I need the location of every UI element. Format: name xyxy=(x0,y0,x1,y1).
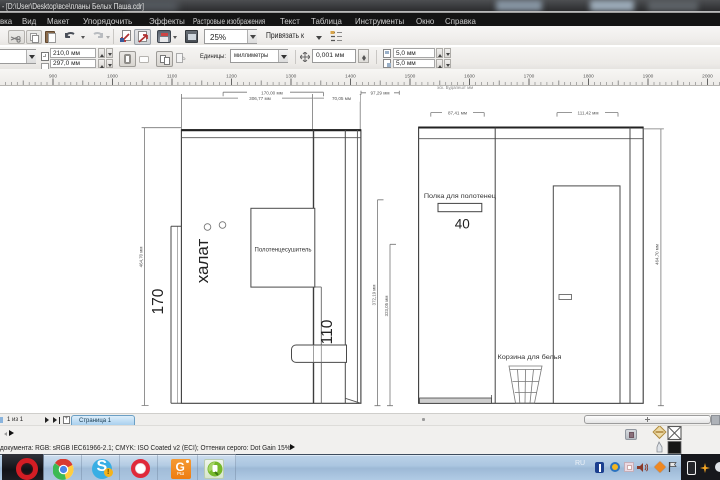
svg-text:Полка для полотенец: Полка для полотенец xyxy=(424,194,497,200)
svg-text:Полотенцесушитель: Полотенцесушитель xyxy=(255,248,312,254)
svg-text:Корзина для белья: Корзина для белья xyxy=(498,353,563,361)
svg-text:323,05 мм: 323,05 мм xyxy=(384,296,389,317)
svg-text:40: 40 xyxy=(455,217,470,232)
svg-text:87,41 мм: 87,41 мм xyxy=(448,111,467,116)
svg-text:464,70 мм: 464,70 мм xyxy=(655,244,660,265)
svg-text:110: 110 xyxy=(319,319,336,344)
svg-text:70,05 мм: 70,05 мм xyxy=(332,96,351,101)
svg-text:170,00 мм: 170,00 мм xyxy=(261,90,283,95)
svg-text:эск. Будапешт мм: эск. Будапешт мм xyxy=(437,85,473,90)
svg-text:111,42 мм: 111,42 мм xyxy=(578,111,599,116)
svg-text:306,77 мм: 306,77 мм xyxy=(249,96,271,101)
svg-text:97,29 мм: 97,29 мм xyxy=(370,91,389,96)
svg-text:170: 170 xyxy=(150,288,167,314)
svg-text:372,19 мм: 372,19 мм xyxy=(372,285,377,306)
svg-text:464,70 мм: 464,70 мм xyxy=(139,247,144,268)
svg-text:халат: халат xyxy=(193,239,212,284)
